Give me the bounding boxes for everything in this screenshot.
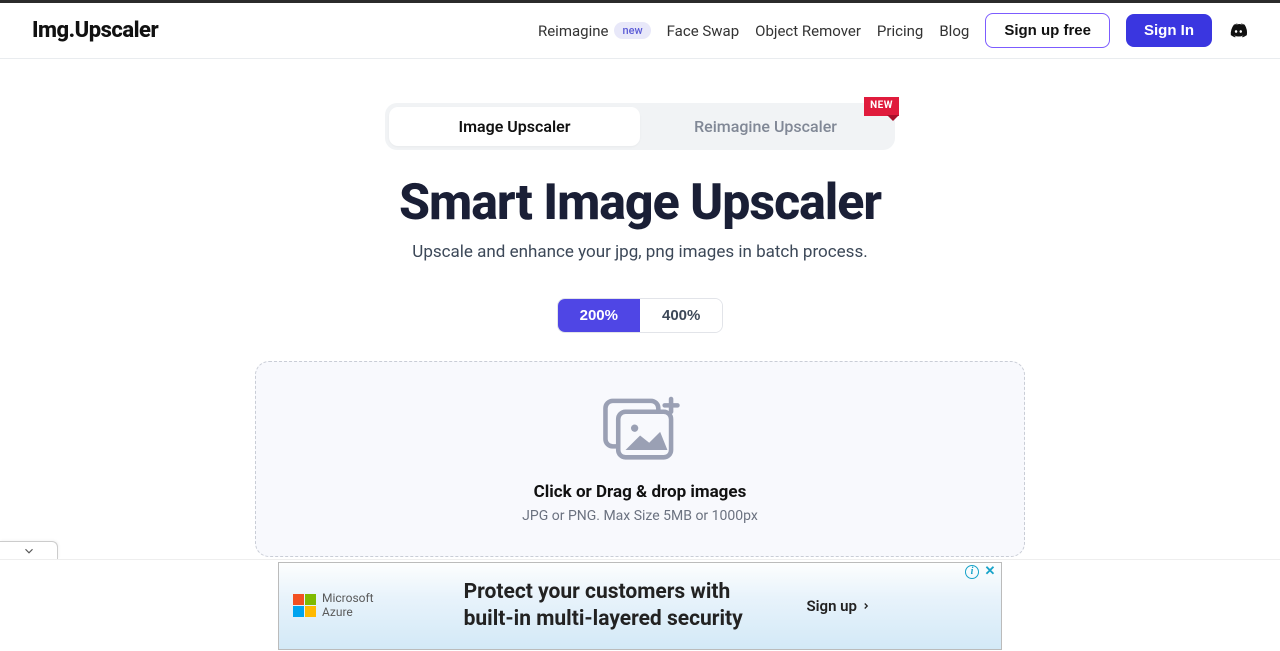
ad-controls: i ✕ (965, 565, 997, 579)
page-subtitle: Upscale and enhance your jpg, png images… (412, 242, 867, 262)
nav-reimagine[interactable]: Reimagine new (538, 22, 651, 40)
site-logo[interactable]: Img.Upscaler (32, 18, 158, 43)
new-badge: new (614, 22, 650, 39)
ad-banner[interactable]: i ✕ Microsoft Azure Protect your custome… (278, 562, 1002, 650)
ad-collapse-toggle[interactable] (0, 541, 58, 559)
dropzone-subtitle: JPG or PNG. Max Size 5MB or 1000px (522, 508, 758, 524)
site-header: Img.Upscaler Reimagine new Face Swap Obj… (0, 3, 1280, 59)
nav-object-remover[interactable]: Object Remover (755, 22, 861, 40)
nav-pricing[interactable]: Pricing (877, 22, 923, 40)
main-content: Image Upscaler Reimagine Upscaler NEW Sm… (0, 59, 1280, 557)
tab-image-upscaler[interactable]: Image Upscaler (389, 107, 640, 146)
ad-copy-line2: built-in multi-layered security (464, 606, 743, 632)
ad-cta-button[interactable]: Sign up (806, 597, 871, 615)
ad-close-icon[interactable]: ✕ (983, 565, 997, 579)
ad-brand-logo: Microsoft Azure (293, 592, 374, 618)
scale-toggle: 200% 400% (557, 298, 724, 333)
upscaler-tabs: Image Upscaler Reimagine Upscaler NEW (385, 103, 895, 150)
tab-reimagine-label: Reimagine Upscaler (694, 117, 837, 136)
signin-button[interactable]: Sign In (1126, 14, 1212, 47)
chevron-right-icon (861, 601, 871, 611)
primary-nav: Reimagine new Face Swap Object Remover P… (538, 13, 1248, 48)
ad-info-icon[interactable]: i (965, 565, 979, 579)
ad-cta-label: Sign up (806, 597, 857, 615)
nav-blog[interactable]: Blog (939, 22, 969, 40)
chevron-down-icon (22, 544, 36, 558)
dropzone-title: Click or Drag & drop images (534, 482, 747, 502)
scale-200-button[interactable]: 200% (558, 299, 640, 332)
ad-brand-line1: Microsoft (322, 592, 374, 605)
ad-brand-text: Microsoft Azure (322, 592, 374, 618)
ad-copy-line1: Protect your customers with (464, 579, 743, 605)
nav-reimagine-label: Reimagine (538, 22, 608, 40)
discord-icon[interactable] (1228, 21, 1248, 41)
microsoft-logo-icon (293, 594, 316, 617)
signup-button[interactable]: Sign up free (985, 13, 1110, 48)
new-flag-badge: NEW (864, 97, 899, 116)
ad-copy: Protect your customers with built-in mul… (464, 579, 743, 632)
image-upload-icon (600, 394, 680, 464)
page-title: Smart Image Upscaler (399, 174, 881, 232)
nav-face-swap[interactable]: Face Swap (667, 22, 740, 40)
upload-dropzone[interactable]: Click or Drag & drop images JPG or PNG. … (255, 361, 1025, 557)
ad-brand-line2: Azure (322, 606, 374, 619)
tab-reimagine-upscaler[interactable]: Reimagine Upscaler NEW (640, 107, 891, 146)
ad-container: i ✕ Microsoft Azure Protect your custome… (0, 559, 1280, 651)
scale-400-button[interactable]: 400% (640, 299, 722, 332)
